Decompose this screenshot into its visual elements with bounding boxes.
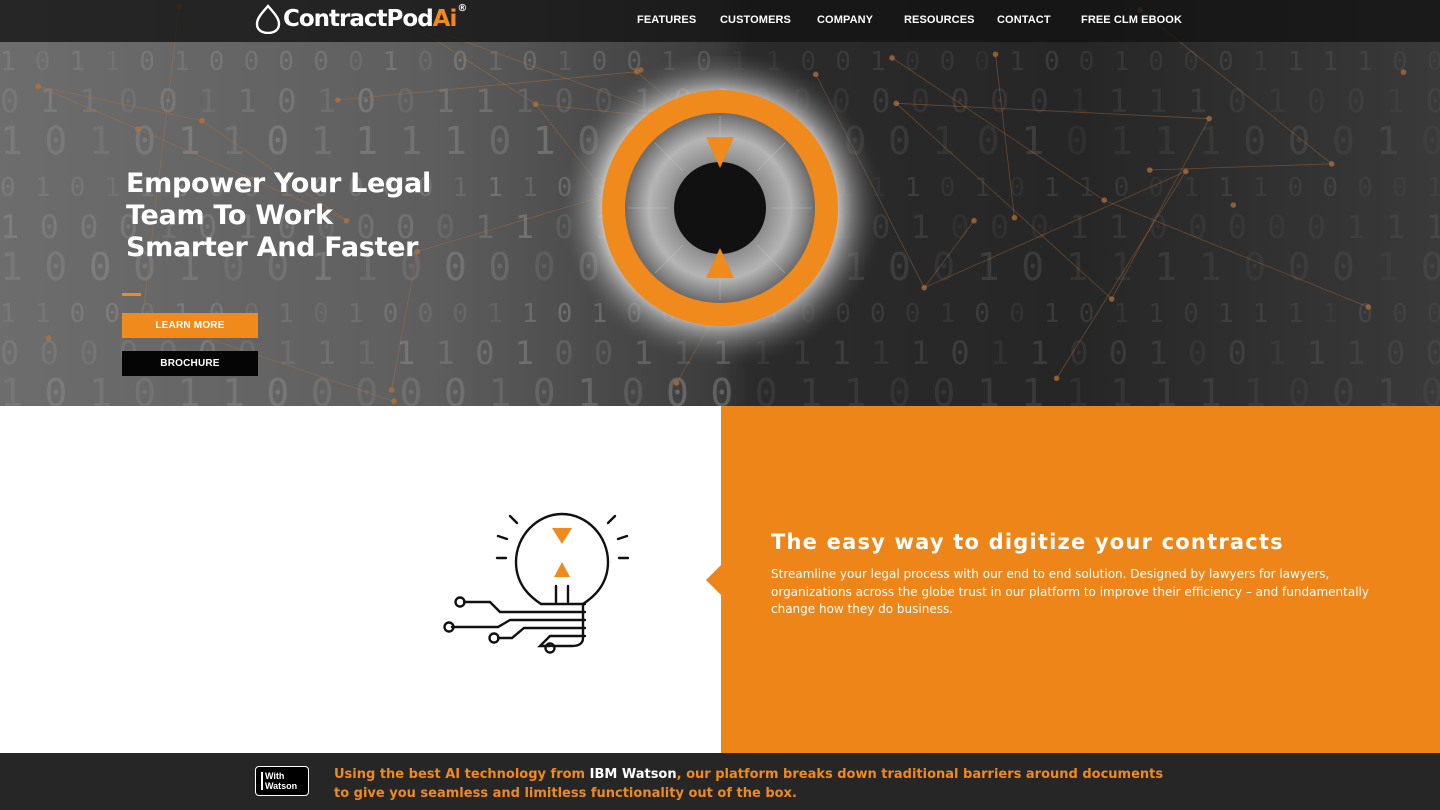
watson-badge-bar <box>261 772 263 790</box>
network-node <box>673 380 680 386</box>
nav-item-customers[interactable]: CUSTOMERS <box>720 14 791 26</box>
network-node <box>1328 161 1335 167</box>
nav-item-features[interactable]: FEATURES <box>637 14 696 26</box>
network-node <box>1230 202 1237 208</box>
network-line <box>1104 199 1369 308</box>
panel-pointer-arrow <box>706 565 721 595</box>
network-node <box>1108 296 1115 302</box>
network-node <box>971 217 977 224</box>
network-line <box>896 102 1210 120</box>
watson-badge-line2: Watson <box>265 780 298 791</box>
feature-description: Streamline your legal process with our e… <box>771 567 1369 616</box>
network-node <box>1053 375 1060 382</box>
lightbulb-circuit-icon <box>443 512 630 654</box>
nav-item-contact[interactable]: CONTACT <box>997 14 1051 26</box>
network-node <box>1011 214 1018 221</box>
network-line <box>142 6 180 317</box>
network-line <box>995 54 1015 218</box>
network-node <box>35 83 41 90</box>
network-node <box>992 51 999 58</box>
network-line <box>1149 163 1332 171</box>
network-node <box>1365 304 1372 310</box>
network-node <box>135 126 141 132</box>
ibm-watson-highlight: IBM Watson <box>589 767 677 782</box>
network-line <box>37 85 139 130</box>
network-line <box>1056 171 1187 379</box>
network-node <box>1183 168 1189 175</box>
top-navigation-bar: ContractPodAi® FEATURES CUSTOMERS COMPAN… <box>0 0 1440 42</box>
main-nav: FEATURES CUSTOMERS COMPANY RESOURCES CON… <box>0 0 1440 42</box>
network-line <box>391 251 418 391</box>
nav-item-company[interactable]: COMPANY <box>817 14 873 26</box>
watson-badge-icon: With Watson <box>255 766 309 796</box>
network-line <box>38 85 202 121</box>
nav-item-resources[interactable]: RESOURCES <box>904 14 975 26</box>
network-node <box>889 55 895 61</box>
network-node <box>1101 197 1108 203</box>
network-node <box>388 387 395 393</box>
accent-dash <box>122 293 141 296</box>
network-node <box>893 100 900 107</box>
feature-title: The easy way to digitize your contracts <box>771 530 1284 554</box>
network-node <box>335 97 341 103</box>
watson-text-before: Using the best AI technology from <box>334 767 590 782</box>
network-node <box>1400 69 1407 75</box>
network-node <box>532 101 539 108</box>
network-node <box>921 284 928 291</box>
hero-section: 1011010000010010100101100100010010001111… <box>0 0 1440 406</box>
hero-headline: Empower Your Legal Team To Work Smarter … <box>126 168 431 263</box>
learn-more-button[interactable]: LEARN MORE <box>122 313 258 338</box>
network-node <box>391 398 397 405</box>
eye-icon <box>555 56 885 368</box>
network-node <box>1146 167 1153 173</box>
network-node <box>45 335 52 341</box>
brochure-button[interactable]: BROCHURE <box>122 351 258 376</box>
network-node <box>1206 115 1212 122</box>
network-line <box>924 171 1186 289</box>
nav-item-free-clm-ebook[interactable]: FREE CLM EBOOK <box>1081 14 1182 26</box>
watson-banner-text: Using the best AI technology from IBM Wa… <box>334 765 1164 803</box>
network-line <box>923 220 975 288</box>
